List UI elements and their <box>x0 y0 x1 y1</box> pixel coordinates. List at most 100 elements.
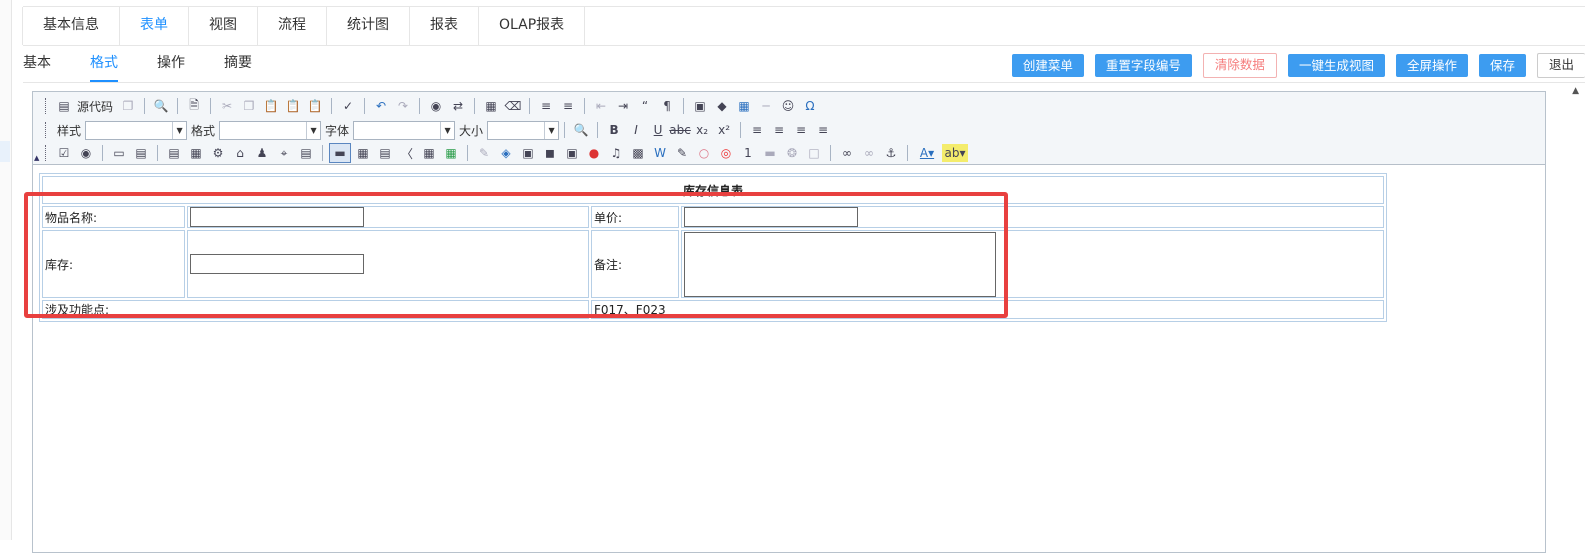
align-justify-icon[interactable]: ≡ <box>813 121 833 139</box>
color-wheel-icon[interactable]: ○ <box>694 144 714 162</box>
paste-word-icon[interactable]: 📋 <box>305 97 325 115</box>
cell-icon[interactable]: ▦ <box>353 144 373 162</box>
document-icon[interactable]: 🗎 <box>184 97 204 115</box>
tab-view[interactable]: 视图 <box>188 7 258 45</box>
flash-icon[interactable]: ◆ <box>712 97 732 115</box>
paste-text-icon[interactable]: 📋 <box>283 97 303 115</box>
size-select[interactable]: ▼ <box>487 120 560 140</box>
editor-document[interactable]: 库存信息表 物品名称: 单价: 库存: 备注: 涉及功能点: F017、F023 <box>33 165 1545 552</box>
find-icon[interactable]: ◉ <box>426 97 446 115</box>
superscript-icon[interactable]: x² <box>714 121 734 139</box>
tab-basic-info[interactable]: 基本信息 <box>22 7 120 45</box>
save-button[interactable]: 保存 <box>1478 54 1526 77</box>
align-left-icon[interactable]: ≡ <box>747 121 767 139</box>
page-break-icon[interactable]: □ <box>804 144 824 162</box>
unit-price-input[interactable] <box>684 207 858 227</box>
clear-data-button[interactable]: 清除数据 <box>1202 53 1277 78</box>
strikethrough-icon[interactable]: abc <box>669 121 691 139</box>
templates-icon[interactable]: ❐ <box>118 97 138 115</box>
preview-icon[interactable]: 🔍 <box>151 97 171 115</box>
tab-chart[interactable]: 统计图 <box>326 7 410 45</box>
picture-icon[interactable]: ▣ <box>518 144 538 162</box>
stock-input[interactable] <box>190 254 364 274</box>
user-select-icon[interactable]: ♟ <box>252 144 272 162</box>
textarea-icon[interactable]: ▤ <box>131 144 151 162</box>
subscript-icon[interactable]: x₂ <box>692 121 712 139</box>
department-icon[interactable]: ⌂ <box>230 144 250 162</box>
data-select-icon[interactable]: ▤ <box>296 144 316 162</box>
tab-report[interactable]: 报表 <box>409 7 479 45</box>
anchor-icon[interactable]: ⚓ <box>881 144 901 162</box>
notes-textarea[interactable] <box>684 231 996 297</box>
word-icon[interactable]: W <box>650 144 670 162</box>
font-select[interactable]: ▼ <box>353 120 456 140</box>
sub-tab-operation[interactable]: 操作 <box>157 50 185 82</box>
create-menu-button[interactable]: 创建菜单 <box>1011 54 1084 77</box>
counter-icon[interactable]: 1 <box>738 144 758 162</box>
format-select[interactable]: ▼ <box>219 120 322 140</box>
spellcheck-icon[interactable]: ✓ <box>338 97 358 115</box>
bold-icon[interactable]: B <box>604 121 624 139</box>
eraser-icon[interactable]: ⌫ <box>503 97 523 115</box>
cut-icon[interactable]: ✂ <box>217 97 237 115</box>
reset-field-numbers-button[interactable]: 重置字段编号 <box>1094 54 1192 77</box>
spreadsheet-icon[interactable]: ▦ <box>441 144 461 162</box>
fullscreen-button[interactable]: 全屏操作 <box>1395 54 1468 77</box>
list-control-icon[interactable]: ▤ <box>164 144 184 162</box>
scroll-up-arrow-icon[interactable]: ▲ <box>1572 86 1579 96</box>
background-color-icon[interactable]: ab▾ <box>942 144 968 162</box>
tab-form[interactable]: 表单 <box>119 7 189 45</box>
underline-icon[interactable]: U <box>648 121 668 139</box>
replace-icon[interactable]: ⇄ <box>448 97 468 115</box>
textfield-icon[interactable]: ▭ <box>109 144 129 162</box>
source-code-button[interactable]: 源代码 <box>77 98 113 115</box>
sparkle-icon[interactable]: ❂ <box>782 144 802 162</box>
microphone-icon[interactable]: ♫ <box>606 144 626 162</box>
item-name-input[interactable] <box>190 207 364 227</box>
copy-icon[interactable]: ❐ <box>239 97 259 115</box>
macro-icon[interactable]: ⚙ <box>208 144 228 162</box>
tab-olap-report[interactable]: OLAP报表 <box>478 7 586 45</box>
blockquote-icon[interactable]: “ <box>635 97 655 115</box>
generate-view-button[interactable]: 一键生成视图 <box>1287 54 1385 77</box>
horizontal-rule-icon[interactable]: ─ <box>756 97 776 115</box>
indent-icon[interactable]: ⇥ <box>613 97 633 115</box>
undo-icon[interactable]: ↶ <box>371 97 391 115</box>
map-pin-icon[interactable]: ● <box>584 144 604 162</box>
signature-icon[interactable]: ✎ <box>672 144 692 162</box>
align-center-icon[interactable]: ≡ <box>769 121 789 139</box>
table-icon[interactable]: ▦ <box>734 97 754 115</box>
outdent-icon[interactable]: ⇤ <box>591 97 611 115</box>
sub-tab-summary[interactable]: 摘要 <box>224 50 252 82</box>
sub-tab-basic[interactable]: 基本 <box>23 50 51 82</box>
text-direction-icon[interactable]: ¶ <box>657 97 677 115</box>
text-color-icon[interactable]: A▾ <box>914 144 940 162</box>
show-blocks-icon[interactable]: 🔍 <box>571 121 591 139</box>
code-icon[interactable]: 〈 <box>397 144 417 162</box>
stamp-icon[interactable]: ◎ <box>716 144 736 162</box>
layers-icon[interactable]: ◈ <box>496 144 516 162</box>
exit-button[interactable]: 退出 <box>1536 53 1585 78</box>
bulleted-list-icon[interactable]: ≡ <box>558 97 578 115</box>
divider-control-icon[interactable]: ▬ <box>760 144 780 162</box>
paste-icon[interactable]: 📋 <box>261 97 281 115</box>
redo-icon[interactable]: ↷ <box>393 97 413 115</box>
sub-tab-format[interactable]: 格式 <box>90 50 118 82</box>
organization-icon[interactable]: ⌖ <box>274 144 294 162</box>
image-icon[interactable]: ▣ <box>690 97 710 115</box>
pen-icon[interactable]: ✎ <box>474 144 494 162</box>
calc-icon[interactable]: ▦ <box>419 144 439 162</box>
calendar-icon[interactable]: ▦ <box>186 144 206 162</box>
photo-icon[interactable]: ▣ <box>562 144 582 162</box>
camera-icon[interactable]: ◼ <box>540 144 560 162</box>
style-select[interactable]: ▼ <box>85 120 188 140</box>
checkbox-icon[interactable]: ☑ <box>54 144 74 162</box>
source-code-icon[interactable]: ▤ <box>54 97 74 115</box>
smiley-icon[interactable]: ☺ <box>778 97 798 115</box>
form-icon[interactable]: ▤ <box>375 144 395 162</box>
special-char-icon[interactable]: Ω <box>800 97 820 115</box>
text-input-control-icon[interactable]: ▬ <box>329 143 351 163</box>
radio-icon[interactable]: ◉ <box>76 144 96 162</box>
qr-code-icon[interactable]: ▩ <box>628 144 648 162</box>
italic-icon[interactable]: I <box>626 121 646 139</box>
